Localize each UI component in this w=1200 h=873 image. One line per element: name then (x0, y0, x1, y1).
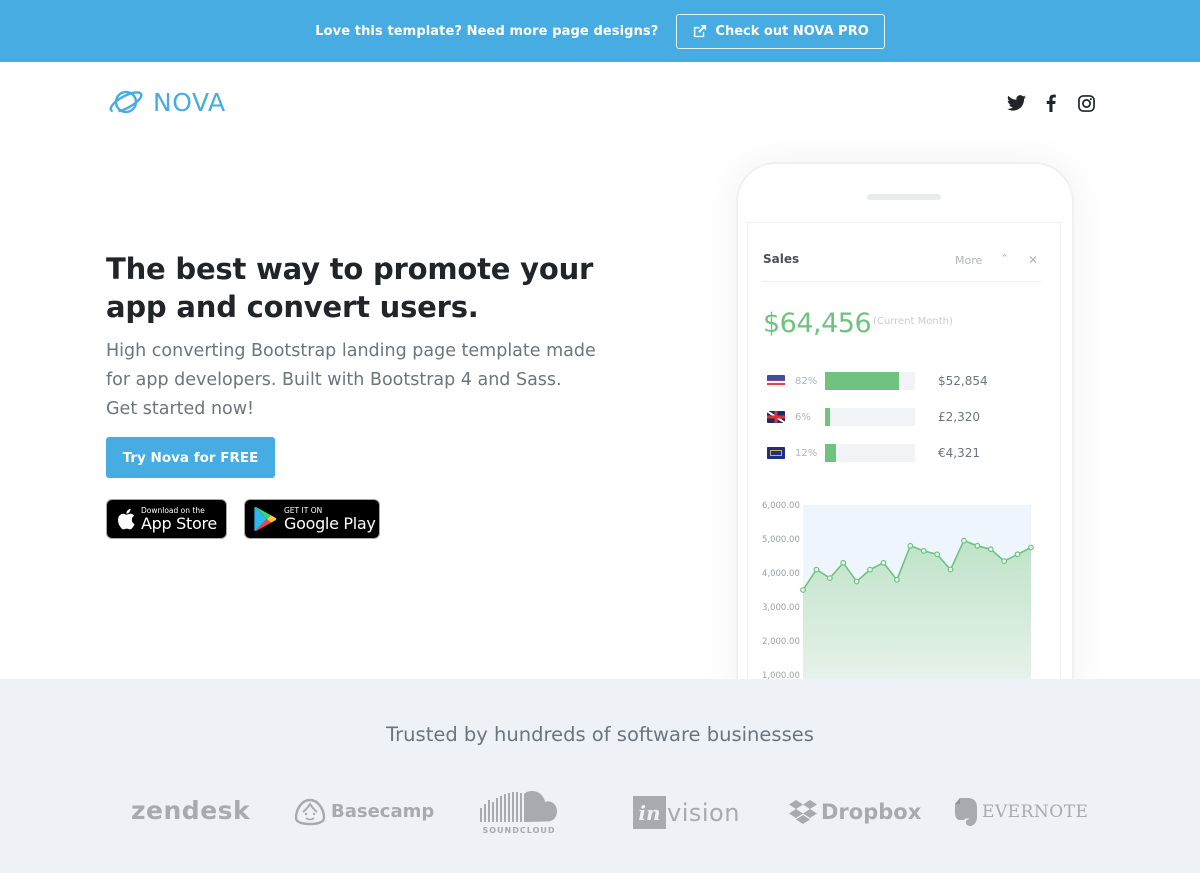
app-store-big-text: App Store (141, 513, 217, 533)
invision-box: in (633, 796, 666, 829)
y-tick-label: 5,000.00 (762, 535, 800, 545)
soundcloud-icon (480, 791, 557, 822)
evernote-icon (955, 798, 977, 826)
apple-icon (118, 508, 135, 530)
us-flag-icon (767, 375, 785, 387)
soundcloud-label: SOUNDCLOUD (482, 826, 556, 835)
chart-data-point (853, 578, 860, 585)
eu-flag-icon (767, 447, 785, 459)
sales-total-note: (Current Month) (873, 316, 953, 327)
country-bar-fill (825, 372, 899, 390)
country-amount: $52,854 (938, 374, 988, 388)
external-link-icon (694, 24, 707, 37)
google-play-icon (254, 506, 277, 532)
country-amount: £2,320 (938, 410, 980, 424)
chart-data-point (840, 559, 847, 566)
evernote-logo: EVERNOTE (954, 796, 1088, 828)
chart-data-point (1028, 544, 1034, 551)
country-row: 82% $52,854 (767, 371, 988, 391)
social-links (1006, 93, 1096, 113)
hero-title-line-1: The best way to promote your (106, 252, 594, 286)
dropbox-logo: Dropbox (788, 799, 921, 825)
chart-data-point (920, 548, 927, 554)
zendesk-label: zendesk (131, 796, 251, 825)
chart-data-point (974, 542, 981, 549)
sales-total: $64,456 (763, 308, 872, 339)
chart-data-point (880, 559, 887, 566)
trusted-title: Trusted by hundreds of software business… (386, 723, 814, 746)
chart-data-point (867, 566, 873, 573)
country-amount: €4,321 (938, 446, 980, 460)
chevron-up-icon[interactable]: ⌃ (1000, 252, 1009, 265)
chart-data-point (813, 566, 820, 573)
invision-label: vision (667, 798, 740, 827)
banner-text: Love this template? Need more page desig… (315, 23, 659, 39)
try-nova-free-button[interactable]: Try Nova for FREE (106, 437, 275, 478)
country-bar-fill (825, 444, 836, 462)
more-link[interactable]: More (955, 254, 982, 267)
chart-data-point (934, 551, 941, 558)
check-out-nova-pro-button[interactable]: Check out NOVA PRO (676, 13, 885, 49)
chart-data-point (826, 575, 833, 581)
uk-flag-icon (767, 411, 785, 423)
app-store-badge[interactable]: Download on the App Store (106, 499, 227, 539)
invision-logo: in vision (633, 796, 740, 829)
trusted-section (0, 679, 1200, 873)
hero-title: The best way to promote your app and con… (106, 250, 626, 326)
country-percent: 82% (795, 375, 818, 387)
basecamp-icon (294, 798, 326, 826)
country-bar (825, 408, 915, 426)
logo-text: NOVA (153, 87, 226, 117)
chart-data-point (947, 566, 954, 573)
check-out-label: Check out NOVA PRO (715, 23, 869, 39)
chart-data-point (907, 542, 914, 549)
country-row: 6% £2,320 (767, 407, 980, 427)
google-play-badge[interactable]: GET IT ON Google Play (244, 499, 380, 539)
sales-title: Sales (763, 252, 800, 266)
zendesk-logo: zendesk (131, 796, 250, 825)
dropbox-label: Dropbox (821, 800, 922, 824)
chart-data-point (961, 537, 967, 544)
chart-data-point (800, 587, 806, 593)
google-play-big-text: Google Play (284, 513, 376, 533)
y-tick-label: 3,000.00 (762, 603, 800, 613)
hero-subtitle: High converting Bootstrap landing page t… (106, 341, 596, 419)
sales-chart: 6,000.00 5,000.00 4,000.00 3,000.00 2,000.00… (762, 501, 1034, 679)
y-tick-label: 2,000.00 (762, 637, 800, 647)
y-tick-label: 4,000.00 (762, 569, 800, 579)
evernote-label: EVERNOTE (982, 802, 1089, 822)
hero-title-line-2: app and convert users. (106, 290, 479, 324)
chart-data-point (893, 576, 900, 583)
facebook-icon[interactable] (1041, 93, 1061, 113)
country-row: 12% €4,321 (767, 443, 980, 463)
promo-banner: Love this template? Need more page desig… (0, 0, 1200, 62)
country-percent: 12% (795, 447, 818, 459)
close-icon[interactable]: ✕ (1028, 253, 1038, 267)
twitter-icon[interactable] (1006, 93, 1026, 113)
country-bar (825, 444, 915, 462)
y-tick-label: 1,000.00 (762, 671, 800, 679)
chart-data-point (1014, 551, 1021, 558)
planet-icon (109, 90, 143, 114)
sales-widget-header: Sales More ⌃ ✕ (763, 252, 1041, 282)
client-logos: zendesk Basecamp SOUNDCLOUD in vision Dr… (0, 790, 1200, 840)
nova-logo[interactable]: NOVA (107, 87, 226, 117)
soundcloud-logo: SOUNDCLOUD (480, 790, 558, 835)
phone-speaker (867, 194, 941, 200)
country-percent: 6% (795, 411, 811, 423)
basecamp-label: Basecamp (331, 800, 435, 822)
country-bar-fill (825, 408, 831, 426)
y-tick-label: 6,000.00 (762, 501, 800, 511)
instagram-icon[interactable] (1076, 93, 1096, 113)
chart-data-point (987, 546, 994, 553)
country-bar (825, 372, 915, 390)
dropbox-icon (789, 800, 817, 824)
chart-data-point (1001, 558, 1008, 564)
basecamp-logo: Basecamp (293, 796, 434, 826)
